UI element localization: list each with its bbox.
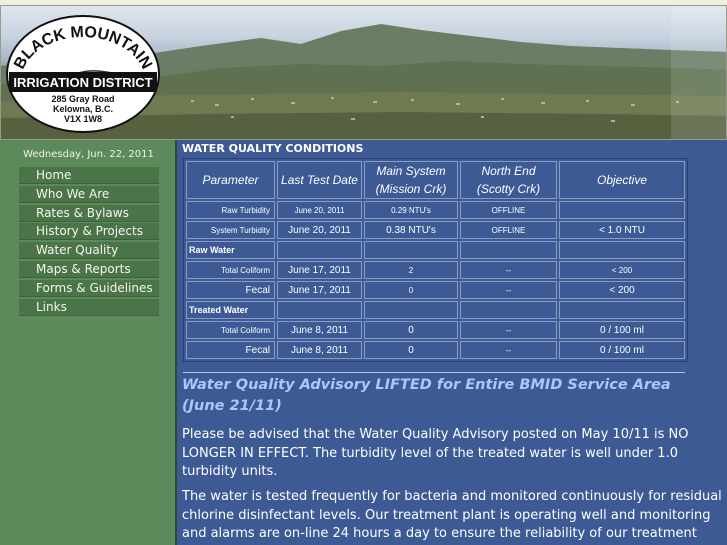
cell-north: --: [460, 261, 557, 279]
col-header-north-end: North End (Scotty Crk): [460, 161, 557, 199]
nav-home[interactable]: Home: [19, 167, 159, 184]
nav-maps-reports[interactable]: Maps & Reports: [19, 260, 159, 278]
col-header-parameter: Parameter: [186, 161, 275, 199]
advisory-heading: Water Quality Advisory LIFTED for Entire…: [182, 377, 671, 414]
cell-main: 0: [364, 341, 458, 359]
cell-parameter: System Turbidity: [186, 221, 275, 239]
nav-rates-bylaws[interactable]: Rates & Bylaws: [19, 204, 159, 222]
col-header-main-system: Main System (Mission Crk): [364, 161, 458, 199]
cell-parameter: Fecal: [186, 281, 275, 299]
cell-main: 0: [364, 281, 458, 299]
section-raw-water: Raw Water: [186, 241, 275, 259]
cell-main: 2: [364, 261, 458, 279]
col-header-north-line2: (Scotty Crk): [476, 182, 541, 196]
cell-main: 0: [364, 321, 458, 339]
table-row: Fecal June 17, 2011 0 -- < 200: [186, 281, 685, 299]
cell-date: June 17, 2011: [277, 281, 362, 299]
water-quality-table: Parameter Last Test Date Main System (Mi…: [183, 158, 688, 362]
col-header-last-test-date: Last Test Date: [277, 161, 362, 199]
advisory-paragraph-1: Please be advised that the Water Quality…: [182, 427, 689, 479]
cell-date: June 20, 2011: [277, 201, 362, 219]
table-row: Raw Turbidity June 20, 2011 0.29 NTU's O…: [186, 201, 685, 219]
cell-objective: < 200: [559, 281, 685, 299]
cell-date: June 17, 2011: [277, 261, 362, 279]
table-row: System Turbidity June 20, 2011 0.38 NTU'…: [186, 221, 685, 239]
nav-history-projects[interactable]: History & Projects: [19, 223, 159, 241]
cell-main: 0.38 NTU's: [364, 221, 458, 239]
table-row: Total Coliform June 8, 2011 0 -- 0 / 100…: [186, 321, 685, 339]
logo-address-postal: V1X 1W8: [63, 114, 103, 124]
cell-north: --: [460, 341, 557, 359]
logo-address-street: 285 Gray Road: [51, 94, 115, 104]
cell-north: --: [460, 281, 557, 299]
col-header-objective: Objective: [559, 161, 685, 199]
header-banner: BLACK MOUNTAIN IRRIGATION DISTRICT 285 G…: [0, 5, 727, 140]
cell-parameter: Total Coliform: [186, 321, 275, 339]
cell-north: --: [460, 321, 557, 339]
cell-date: June 8, 2011: [277, 341, 362, 359]
nav-links[interactable]: Links: [19, 298, 159, 316]
cell-date: June 8, 2011: [277, 321, 362, 339]
svg-text:IRRIGATION DISTRICT: IRRIGATION DISTRICT: [13, 75, 152, 90]
cell-objective: [559, 201, 685, 219]
nav-who-we-are[interactable]: Who We Are: [19, 185, 159, 203]
nav-water-quality[interactable]: Water Quality: [19, 242, 159, 260]
table-row: Fecal June 8, 2011 0 -- 0 / 100 ml: [186, 341, 685, 359]
cell-north: OFFLINE: [460, 201, 557, 219]
table-section-row: Treated Water: [186, 301, 685, 319]
nav-forms-guidelines[interactable]: Forms & Guidelines: [19, 279, 159, 297]
cell-parameter: Fecal: [186, 341, 275, 359]
cell-north: OFFLINE: [460, 221, 557, 239]
logo-address-city: Kelowna, B.C.: [52, 104, 113, 114]
sidebar: Wednesday, Jun. 22, 2011 Home Who We Are…: [0, 140, 177, 545]
col-header-main-line2: (Mission Crk): [375, 182, 447, 196]
section-treated-water: Treated Water: [186, 301, 275, 319]
advisory-paragraph-2: The water is tested frequently for bacte…: [182, 489, 722, 545]
col-header-main-line1: Main System: [376, 164, 446, 178]
content-divider: [183, 372, 685, 373]
cell-objective: 0 / 100 ml: [559, 341, 685, 359]
cell-parameter: Raw Turbidity: [186, 201, 275, 219]
cell-objective: < 200: [559, 261, 685, 279]
section-title: WATER QUALITY CONDITIONS: [182, 142, 364, 155]
cell-objective: 0 / 100 ml: [559, 321, 685, 339]
table-header-row: Parameter Last Test Date Main System (Mi…: [186, 161, 685, 199]
district-logo[interactable]: BLACK MOUNTAIN IRRIGATION DISTRICT 285 G…: [3, 8, 163, 138]
main-content: WATER QUALITY CONDITIONS Parameter Last …: [177, 140, 727, 545]
main-nav: Home Who We Are Rates & Bylaws History &…: [19, 167, 159, 317]
cell-objective: < 1.0 NTU: [559, 221, 685, 239]
current-date: Wednesday, Jun. 22, 2011: [23, 149, 154, 160]
table-section-row: Raw Water: [186, 241, 685, 259]
table-row: Total Coliform June 17, 2011 2 -- < 200: [186, 261, 685, 279]
cell-main: 0.29 NTU's: [364, 201, 458, 219]
cell-parameter: Total Coliform: [186, 261, 275, 279]
cell-date: June 20, 2011: [277, 221, 362, 239]
col-header-north-line1: North End: [481, 164, 536, 178]
